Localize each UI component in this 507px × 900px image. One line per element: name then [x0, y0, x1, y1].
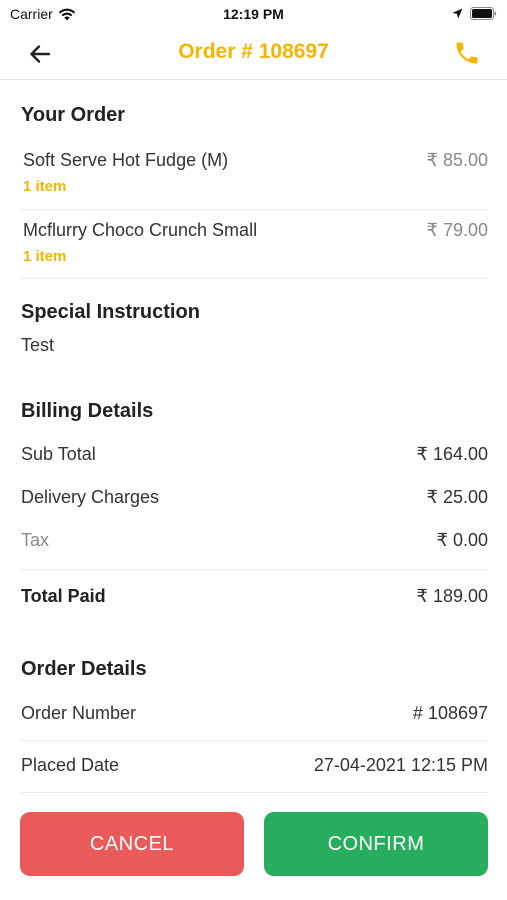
- clock: 12:19 PM: [223, 6, 284, 22]
- placed-date-row: Placed Date 27-04-2021 12:15 PM: [21, 755, 488, 781]
- special-instruction-heading: Special Instruction: [21, 301, 200, 323]
- page-title: Order # 108697: [178, 40, 329, 63]
- delivery-charges-value: ₹ 25.00: [426, 487, 489, 507]
- placed-date-value: 27-04-2021 12:15 PM: [313, 755, 488, 775]
- battery-icon: [470, 7, 497, 20]
- divider: [21, 792, 488, 793]
- order-item: Mcflurry Choco Crunch Small 1 item ₹ 79.…: [21, 211, 488, 281]
- placed-date-label: Placed Date: [21, 755, 120, 775]
- tax-label: Tax: [21, 530, 50, 550]
- divider: [21, 740, 488, 741]
- order-number-label: Order Number: [21, 703, 137, 723]
- phone-icon: [456, 42, 478, 64]
- delivery-charges-row: Delivery Charges ₹ 25.00: [21, 487, 488, 513]
- order-number-row: Order Number # 108697: [21, 703, 488, 729]
- item-name: Soft Serve Hot Fudge (M): [23, 150, 229, 170]
- order-details-heading: Order Details: [21, 658, 147, 680]
- delivery-charges-label: Delivery Charges: [21, 487, 160, 507]
- confirm-button[interactable]: CONFIRM: [264, 812, 488, 876]
- tax-value: ₹ 0.00: [436, 530, 489, 550]
- divider: [21, 569, 488, 570]
- cancel-button[interactable]: CANCEL: [20, 812, 244, 876]
- item-name: Mcflurry Choco Crunch Small: [23, 220, 258, 240]
- header: Order # 108697: [0, 28, 507, 80]
- sub-total-label: Sub Total: [21, 444, 96, 464]
- divider: [21, 278, 488, 279]
- order-number-value: # 108697: [412, 703, 488, 723]
- total-paid-label: Total Paid: [21, 586, 106, 606]
- sub-total-value: ₹ 164.00: [416, 444, 488, 464]
- order-item: Soft Serve Hot Fudge (M) 1 item ₹ 85.00: [21, 141, 488, 211]
- your-order-heading: Your Order: [21, 104, 126, 126]
- location-arrow-icon: [452, 8, 463, 19]
- divider: [21, 209, 488, 210]
- item-price: ₹ 85.00: [426, 150, 489, 170]
- status-icons: [452, 7, 497, 20]
- tax-row: Tax ₹ 0.00: [21, 530, 488, 556]
- item-price: ₹ 79.00: [426, 220, 489, 240]
- item-quantity: 1 item: [23, 178, 67, 195]
- sub-total-row: Sub Total ₹ 164.00: [21, 444, 488, 470]
- total-paid-row: Total Paid ₹ 189.00: [21, 586, 488, 612]
- status-bar: Carrier 12:19 PM: [0, 0, 507, 28]
- call-button[interactable]: [453, 39, 481, 67]
- item-quantity: 1 item: [23, 248, 67, 265]
- special-instruction-text: Test: [21, 335, 55, 355]
- total-paid-value: ₹ 189.00: [416, 586, 488, 606]
- billing-details-heading: Billing Details: [21, 400, 154, 422]
